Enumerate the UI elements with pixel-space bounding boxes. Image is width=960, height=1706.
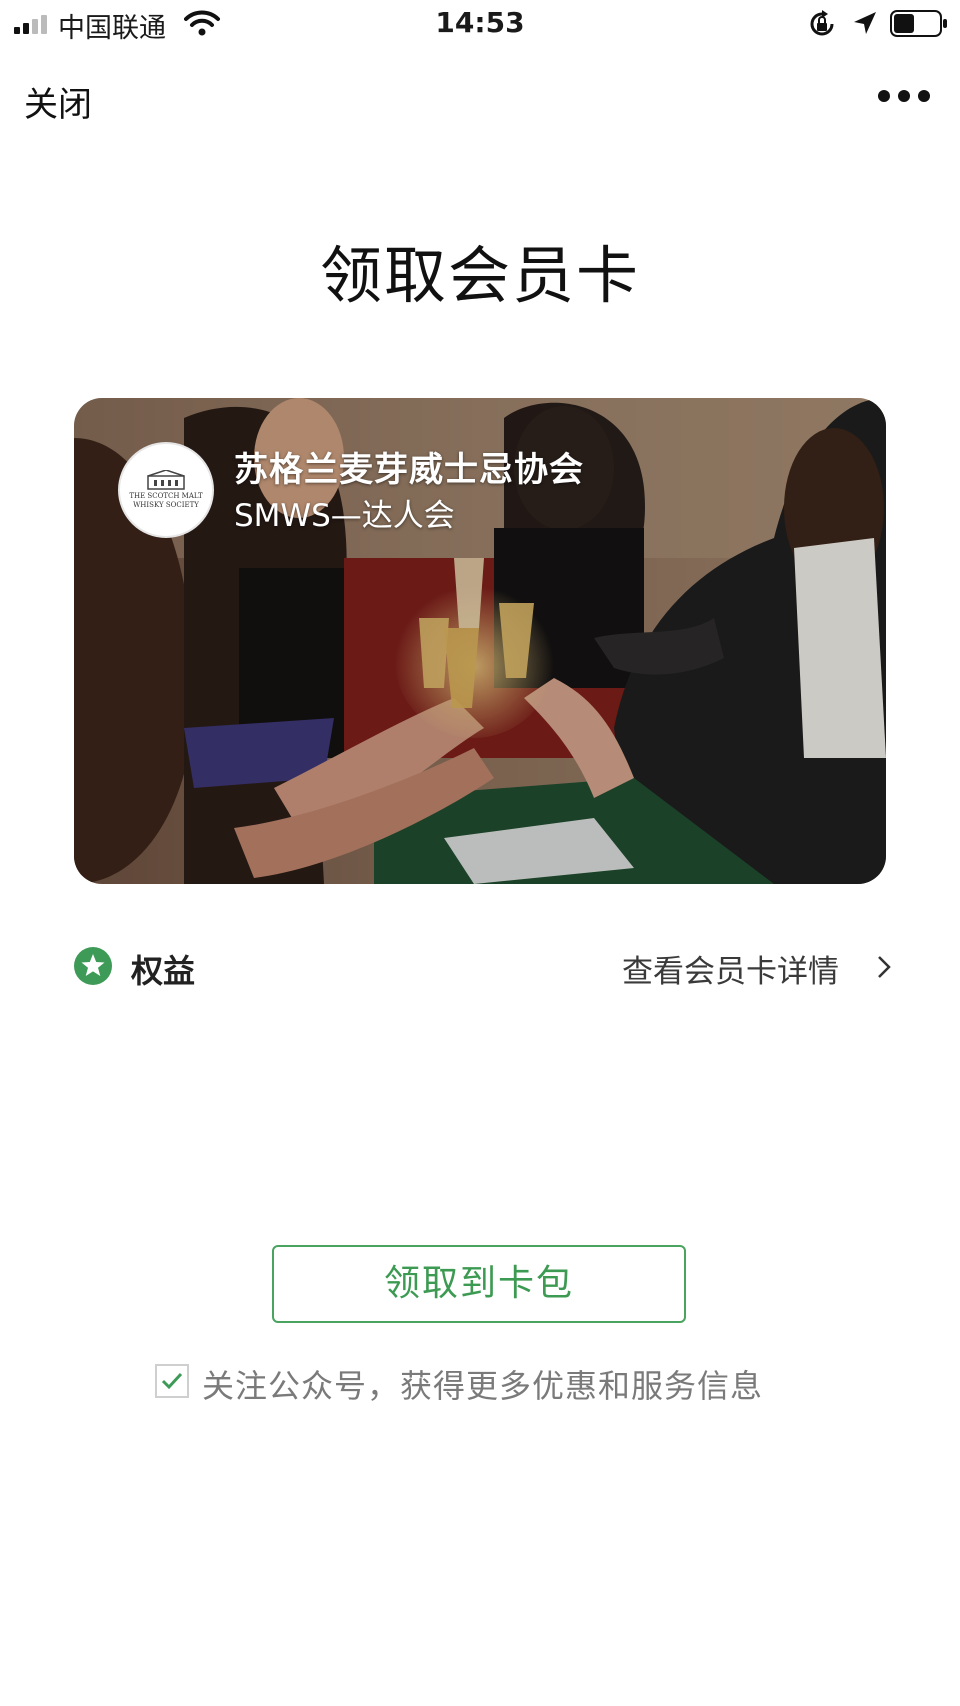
card-brand-name: 苏格兰麦芽威士忌协会 [234,450,584,490]
benefits-label: 权益 [131,952,196,990]
close-button[interactable]: 关闭 [24,77,92,126]
brand-logo-text: THE SCOTCH MALT WHISKY SOCIETY [129,492,203,509]
follow-account-label: 关注公众号，获得更多优惠和服务信息 [202,1367,764,1405]
brand-logo: THE SCOTCH MALT WHISKY SOCIETY [118,442,214,538]
rotation-lock-icon [810,10,834,36]
status-bar: 中国联通 14:53 [0,0,960,48]
page-title: 领取会员卡 [319,239,640,312]
claim-to-wallet-button[interactable]: 领取到卡包 [272,1245,686,1323]
star-icon [74,947,112,985]
building-icon [147,470,185,490]
more-dots-icon[interactable] [878,88,930,104]
battery-icon [890,10,947,37]
membership-card[interactable]: THE SCOTCH MALT WHISKY SOCIETY 苏格兰麦芽威士忌协… [74,398,886,884]
view-card-details-link[interactable]: 查看会员卡详情 [622,946,839,991]
chevron-right-icon[interactable] [876,954,892,980]
card-subtitle: SMWS—达人会 [234,498,455,534]
location-arrow-icon [854,12,876,34]
follow-checkbox[interactable] [155,1364,189,1398]
checkmark-icon [161,1372,183,1390]
